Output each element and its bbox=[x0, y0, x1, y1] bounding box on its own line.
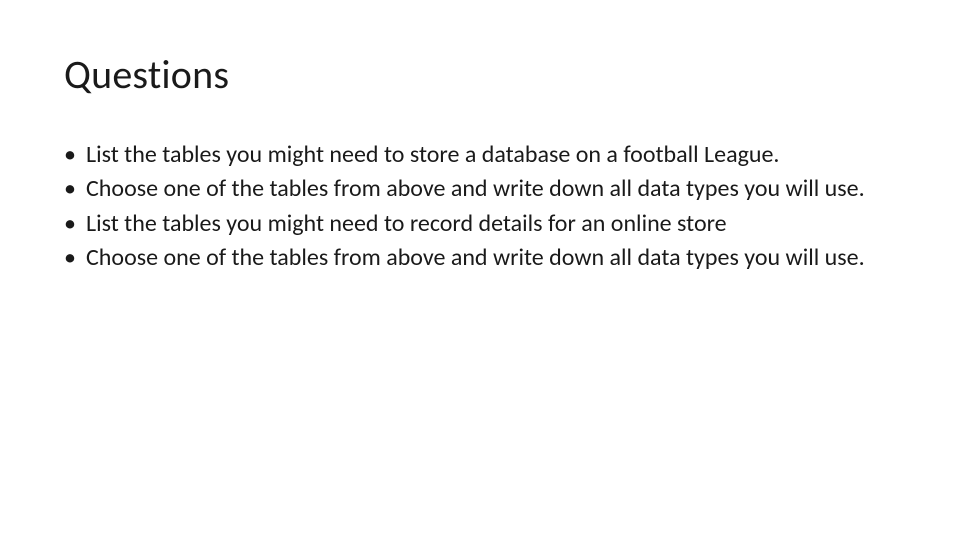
list-item: Choose one of the tables from above and … bbox=[64, 173, 900, 205]
slide-container: Questions List the tables you might need… bbox=[0, 0, 960, 540]
list-item: List the tables you might need to record… bbox=[64, 208, 900, 240]
list-item: Choose one of the tables from above and … bbox=[64, 242, 900, 274]
slide-title: Questions bbox=[64, 50, 900, 99]
bullet-list: List the tables you might need to store … bbox=[64, 139, 900, 275]
list-item: List the tables you might need to store … bbox=[64, 139, 900, 171]
